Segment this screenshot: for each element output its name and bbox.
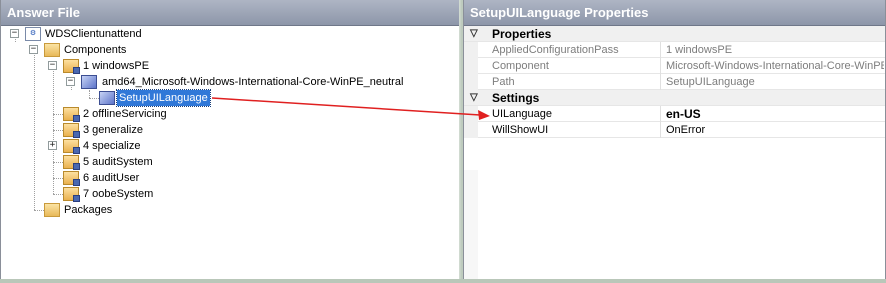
setting-name: WillShowUI <box>492 124 549 136</box>
tree-node-component-label: amd64_Microsoft-Windows-International-Co… <box>102 76 404 88</box>
property-row[interactable]: AppliedConfigurationPass 1 windowsPE <box>464 42 885 58</box>
status-strip <box>0 279 886 283</box>
answer-file-header: Answer File <box>1 0 461 26</box>
tree-node-pass-2[interactable]: 2 offlineServicing <box>81 106 169 122</box>
setting-row-uilanguage[interactable]: UILanguage en-US <box>464 106 885 122</box>
chevron-down-icon[interactable]: ▽ <box>470 26 478 42</box>
properties-header: SetupUILanguage Properties <box>464 0 885 26</box>
config-pass-icon <box>63 139 80 154</box>
config-pass-icon <box>63 171 80 186</box>
expand-specialize-toggle[interactable]: + <box>48 141 57 150</box>
tree-node-packages[interactable]: Packages <box>62 202 114 218</box>
property-name: AppliedConfigurationPass <box>492 44 619 56</box>
tree-node-windowspe[interactable]: 1 windowsPE <box>81 58 151 74</box>
tree-node-setupuilanguage[interactable]: SetupUILanguage <box>116 89 211 107</box>
property-row[interactable]: Component Microsoft-Windows-Internationa… <box>464 58 885 74</box>
tree-node-component[interactable]: amd64_Microsoft-Windows-International-Co… <box>100 74 405 90</box>
tree-node-pass-label: 5 auditSystem <box>83 156 153 168</box>
property-name: Path <box>492 76 515 88</box>
component-icon <box>81 75 97 89</box>
tree-node-pass-label: 6 auditUser <box>83 172 140 184</box>
category-settings[interactable]: ▽ Settings <box>464 90 885 106</box>
tree-node-root[interactable]: WDSClientunattend <box>43 26 144 42</box>
tree-node-setupuilanguage-label: SetupUILanguage <box>116 89 211 107</box>
category-properties[interactable]: ▽ Properties <box>464 26 885 42</box>
collapse-components-toggle[interactable]: − <box>29 45 38 54</box>
answer-file-icon: ⚙ <box>25 27 41 41</box>
collapse-windowspe-toggle[interactable]: − <box>48 61 57 70</box>
setting-value-input[interactable]: en-US <box>666 106 884 122</box>
property-value: 1 windowsPE <box>666 44 733 56</box>
collapse-component-toggle[interactable]: − <box>66 77 75 86</box>
setting-icon <box>99 91 115 105</box>
tree-node-components-label: Components <box>64 44 127 56</box>
setting-row-willshowui[interactable]: WillShowUI OnError <box>464 122 885 138</box>
config-pass-icon <box>63 187 80 202</box>
tree-node-pass-label: 4 specialize <box>83 140 141 152</box>
tree-node-pass-label: 7 oobeSystem <box>83 188 154 200</box>
property-name: Component <box>492 60 549 72</box>
tree-node-windowspe-label: 1 windowsPE <box>83 60 150 72</box>
tree-node-pass-6[interactable]: 6 auditUser <box>81 170 141 186</box>
tree-node-pass-5[interactable]: 5 auditSystem <box>81 154 155 170</box>
config-pass-icon <box>63 107 80 122</box>
folder-icon <box>44 43 60 57</box>
config-pass-icon <box>63 59 80 74</box>
tree-node-pass-4[interactable]: 4 specialize <box>81 138 142 154</box>
tree-node-pass-label: 2 offlineServicing <box>83 108 167 120</box>
category-label: Properties <box>492 27 552 41</box>
config-pass-icon <box>63 155 80 170</box>
answer-file-pane: Answer File − ⚙ WDSClientunattend − Comp… <box>0 0 462 283</box>
tree-node-pass-7[interactable]: 7 oobeSystem <box>81 186 155 202</box>
tree-node-components[interactable]: Components <box>62 42 128 58</box>
tree-node-root-label: WDSClientunattend <box>45 28 142 40</box>
property-value: SetupUILanguage <box>666 76 755 88</box>
tree-node-packages-label: Packages <box>64 204 113 216</box>
folder-icon <box>44 203 60 217</box>
property-value: Microsoft-Windows-International-Core-Win… <box>666 60 884 72</box>
chevron-down-icon[interactable]: ▽ <box>470 90 478 106</box>
config-pass-icon <box>63 123 80 138</box>
tree-node-pass-label: 3 generalize <box>83 124 143 136</box>
properties-pane: SetupUILanguage Properties ▽ Properties … <box>463 0 886 283</box>
collapse-root-toggle[interactable]: − <box>10 29 19 38</box>
property-row[interactable]: Path SetupUILanguage <box>464 74 885 90</box>
setting-name: UILanguage <box>492 108 552 120</box>
setting-value-input[interactable]: OnError <box>666 122 884 138</box>
tree-node-pass-3[interactable]: 3 generalize <box>81 122 145 138</box>
category-label: Settings <box>492 91 540 105</box>
